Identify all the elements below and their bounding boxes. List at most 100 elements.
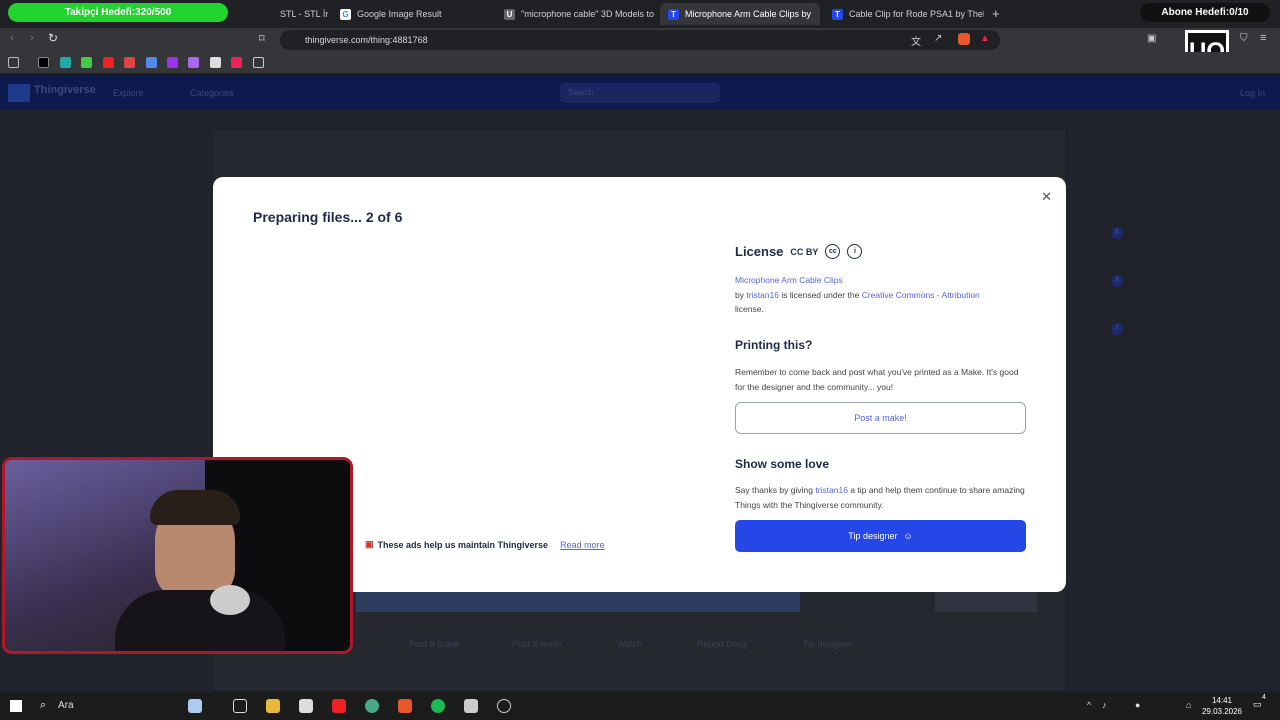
tab-microphone-arm-clips[interactable]: T Microphone Arm Cable Clips by ✕ <box>660 3 820 25</box>
show-love-heading: Show some love <box>735 457 830 471</box>
capcut-icon[interactable] <box>299 699 313 713</box>
url-field[interactable]: thingiverse.com/thing:4881768 <box>280 30 1000 50</box>
sidebar-icon[interactable]: ▣ <box>1147 33 1156 44</box>
notification-icon[interactable]: ▭ <box>1253 699 1262 710</box>
license-heading: License CC BY cc i <box>735 244 863 259</box>
nav-categories[interactable]: Categories <box>190 88 234 98</box>
bookmark-site-icon[interactable] <box>210 57 221 68</box>
tab-stl[interactable]: STL - STL İn <box>272 3 328 25</box>
tab-microphone-cable-models[interactable]: U "microphone cable" 3D Models to Pr <box>496 3 656 25</box>
translate-icon[interactable]: 文 <box>911 33 921 48</box>
thing-name-link[interactable]: Microphone Arm Cable Clips <box>735 275 843 285</box>
post-make-button[interactable]: Post a make! <box>735 402 1026 434</box>
gmail-icon[interactable] <box>124 57 135 68</box>
tab-google-image[interactable]: G Google Image Result <box>332 3 492 25</box>
license-text: Microphone Arm Cable Clips by tristan16 … <box>735 275 980 314</box>
mic-icon[interactable]: ● <box>1135 700 1140 710</box>
modal-title: Preparing files... 2 of 6 <box>253 209 403 225</box>
windows-start-icon[interactable] <box>10 700 22 712</box>
twitch-icon[interactable] <box>167 57 178 68</box>
reload-icon[interactable]: ↻ <box>48 31 58 45</box>
side-count-badge: 7 <box>1111 323 1123 335</box>
thingiverse-icon: T <box>668 8 679 20</box>
attribution-icon: i <box>847 244 863 259</box>
site-header: Thingiverse Explore Categories Search Lo… <box>0 76 1280 110</box>
taskbar-search-label[interactable]: Ara <box>58 700 74 711</box>
close-icon[interactable]: ✕ <box>1041 189 1052 205</box>
youtube-icon[interactable] <box>103 57 114 68</box>
spotify-icon[interactable] <box>431 699 445 713</box>
obs-icon[interactable] <box>497 699 511 713</box>
tip-designer-link[interactable]: Tip designer <box>803 639 852 649</box>
tab-cable-clip-rode[interactable]: T Cable Clip for Rode PSA1 by TheLife <box>824 3 984 25</box>
models-site-icon: U <box>504 8 515 20</box>
menu-icon[interactable]: ≡ <box>1260 32 1266 44</box>
speaker-icon[interactable]: ♪ <box>1102 700 1107 710</box>
site-search-input[interactable]: Search <box>560 83 720 103</box>
gift-icon: ▣ <box>365 539 374 549</box>
apps-icon[interactable] <box>8 57 19 68</box>
author-link[interactable]: tristan16 <box>746 290 779 300</box>
brave-shield-icon[interactable] <box>958 33 970 45</box>
file-explorer-icon[interactable] <box>266 699 280 713</box>
watch-link[interactable]: Watch <box>617 639 642 649</box>
streamer-body <box>115 590 285 651</box>
bookmark-site-icon[interactable] <box>231 57 242 68</box>
login-link[interactable]: Log In <box>1240 88 1265 98</box>
printing-text: Remember to come back and post what you'… <box>735 367 1019 392</box>
bookmark-site-icon[interactable] <box>60 57 71 68</box>
chrome-icon[interactable] <box>365 699 379 713</box>
microphone <box>210 585 250 615</box>
post-a-remix-link[interactable]: Post a remix <box>512 639 562 649</box>
thing-thumbnail <box>935 592 1037 612</box>
tip-designer-button[interactable]: Tip designer ☺ <box>735 520 1026 552</box>
x-icon[interactable] <box>38 57 49 68</box>
notification-count: 4 <box>1262 694 1266 701</box>
post-a-make-link[interactable]: Post a make <box>409 639 459 649</box>
search-icon[interactable]: ⌕ <box>40 699 46 712</box>
windows-taskbar: ⌕ Ara ^ ♪ ● ⌂ 14:41 29.03.2026 ▭ 4 <box>0 692 1280 720</box>
youtube-app-icon[interactable] <box>332 699 346 713</box>
author-link[interactable]: tristan16 <box>815 485 848 495</box>
bookmark-site-icon[interactable] <box>188 57 199 68</box>
ads-notice: ▣ These ads help us maintain Thingiverse… <box>365 539 605 550</box>
thingiverse-logo-icon <box>8 84 30 102</box>
side-count-badge: 3 <box>1111 275 1123 287</box>
thingiverse-icon: T <box>832 8 843 20</box>
thing-image-strip <box>356 592 800 612</box>
printing-heading: Printing this? <box>735 338 813 352</box>
document-icon[interactable] <box>464 699 478 713</box>
task-view-icon[interactable] <box>233 699 247 713</box>
bookmarks-bar <box>0 52 1280 74</box>
google-icon: G <box>340 8 351 20</box>
license-badge: CC BY <box>790 246 819 257</box>
site-logo[interactable]: Thingiverse <box>34 84 96 96</box>
nav-explore[interactable]: Explore <box>113 88 144 98</box>
taskbar-clock[interactable]: 14:41 29.03.2026 <box>1202 695 1242 717</box>
tab-bar: Takipçi Hedefi:320/500 STL - STL İn G Go… <box>0 0 1280 28</box>
creative-commons-icon: cc <box>825 244 841 259</box>
rewards-icon[interactable]: ▲ <box>980 33 990 44</box>
bookmark-icon[interactable]: ⌑ <box>259 32 265 45</box>
new-tab-button[interactable]: + <box>992 6 1000 21</box>
back-icon[interactable]: ‹ <box>10 32 14 44</box>
follow-goal-overlay: Takipçi Hedefi:320/500 <box>8 3 228 22</box>
read-more-link[interactable]: Read more <box>560 540 605 550</box>
subscriber-goal-overlay: Abone Hedefi:0/10 <box>1140 3 1270 22</box>
brave-icon[interactable] <box>398 699 412 713</box>
streamer-hair <box>150 490 240 525</box>
show-love-text: Say thanks by giving tristan16 a tip and… <box>735 485 1025 510</box>
tray-chevron-icon[interactable]: ^ <box>1087 700 1091 710</box>
forward-icon[interactable]: › <box>30 32 34 44</box>
widget-icon[interactable] <box>188 699 202 713</box>
share-icon[interactable]: ↗ <box>934 33 942 44</box>
side-count-badge: 6 <box>1111 227 1123 239</box>
kick-icon[interactable] <box>81 57 92 68</box>
discord-icon[interactable] <box>146 57 157 68</box>
network-icon[interactable]: ⌂ <box>1186 700 1191 710</box>
folder-icon[interactable] <box>253 57 264 68</box>
shield-icon[interactable]: ⛉ <box>1240 33 1248 44</box>
license-link[interactable]: Creative Commons - Attribution <box>862 290 980 300</box>
report-thing-link[interactable]: Report thing <box>697 639 746 649</box>
smile-icon: ☺ <box>903 531 913 541</box>
